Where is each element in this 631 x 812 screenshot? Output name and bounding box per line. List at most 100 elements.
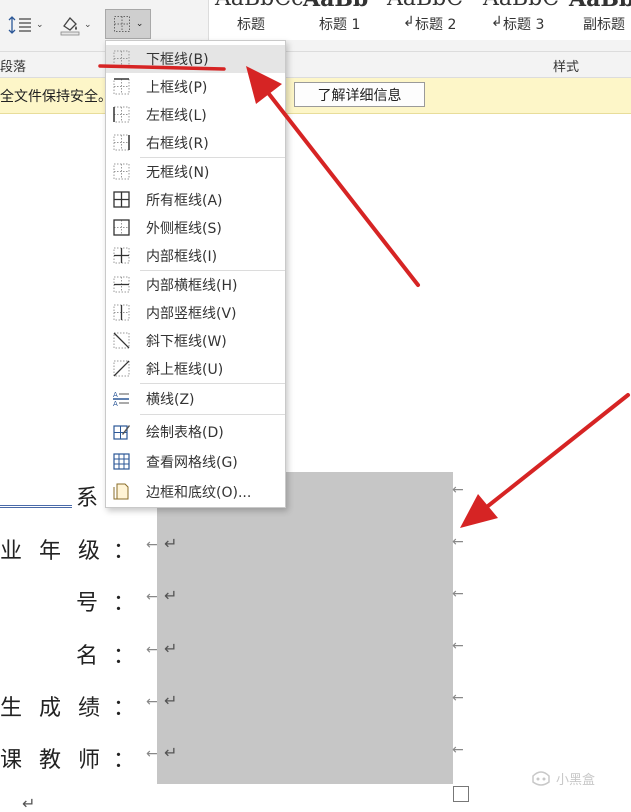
watermark-logo-icon (532, 771, 550, 786)
menu-item-label: 斜下框线(W) (146, 334, 227, 350)
menu-item-label: 所有框线(A) (146, 193, 223, 209)
form-colon: ： (113, 748, 136, 773)
row-end-mark: ← (452, 638, 464, 654)
bottom-border-icon (113, 50, 130, 67)
paragraph-mark: ↵ (164, 586, 178, 605)
menu-item-no-border[interactable]: 无框线(N) (106, 158, 285, 186)
svg-text:A: A (113, 391, 118, 399)
menu-item-outside-borders[interactable]: 外侧框线(S) (106, 214, 285, 242)
style-name: 标题 1 (319, 17, 361, 33)
menu-item-label: 外侧框线(S) (146, 221, 222, 237)
paragraph-mark: ↵ (164, 639, 178, 658)
svg-text:A: A (113, 400, 118, 407)
menu-item-label: 边框和底纹(O)... (146, 485, 252, 501)
borders-button[interactable]: ⌄ (105, 9, 151, 39)
line-spacing-icon (8, 16, 31, 34)
outside-borders-icon (113, 219, 130, 236)
paragraph-mark: ↵ (164, 691, 178, 710)
form-label: 生成绩 (0, 696, 118, 721)
menu-item-bottom-border[interactable]: 下框线(B) (106, 45, 285, 73)
paragraph-mark: ↵ (164, 743, 178, 762)
cell-mark: ← (146, 589, 158, 605)
chevron-down-icon[interactable]: ⌄ (136, 19, 144, 29)
menu-item-label: 右框线(R) (146, 136, 209, 152)
style-preview: AaBb (303, 0, 368, 12)
menu-item-horizontal-line[interactable]: AA 横线(Z) (106, 385, 285, 413)
style-preview: AaBbC (387, 0, 463, 11)
right-border-icon (113, 134, 130, 151)
menu-item-left-border[interactable]: 左框线(L) (106, 101, 285, 129)
shaded-table-cell[interactable] (157, 472, 453, 784)
menu-item-inside-borders[interactable]: 内部框线(I) (106, 242, 285, 270)
menu-item-label: 绘制表格(D) (146, 425, 224, 441)
menu-item-label: 斜上框线(U) (146, 362, 224, 378)
horizontal-line-icon: AA (113, 391, 129, 407)
menu-item-label: 下框线(B) (146, 52, 209, 68)
all-borders-icon (113, 191, 130, 208)
menu-item-borders-and-shading[interactable]: 边框和底纹(O)... (106, 478, 285, 506)
style-preview: AaBbCc (215, 0, 303, 11)
row-end-mark: ← (452, 742, 464, 758)
learn-more-button[interactable]: 了解详细信息 (294, 82, 425, 107)
cell-mark: ← (146, 537, 158, 553)
menu-item-top-border[interactable]: 上框线(P) (106, 73, 285, 101)
style-preview: AaBb (569, 0, 631, 12)
left-border-icon (113, 106, 130, 123)
menu-item-label: 横线(Z) (146, 392, 195, 408)
form-label: 名 (76, 644, 119, 669)
form-label: 号 (76, 591, 119, 616)
table-resize-handle[interactable] (453, 786, 469, 802)
form-colon: ： (113, 644, 136, 669)
menu-item-all-borders[interactable]: 所有框线(A) (106, 186, 285, 214)
borders-and-shading-icon (113, 483, 129, 500)
row-end-mark: ← (452, 482, 464, 498)
row-end-mark: ← (452, 586, 464, 602)
chevron-down-icon: ⌄ (84, 20, 92, 30)
menu-item-label: 左框线(L) (146, 108, 207, 124)
inside-borders-icon (113, 247, 130, 264)
paragraph-mark-icon: ↲ (491, 14, 503, 30)
form-colon: ： (113, 539, 136, 564)
styles-group-label: 样式 (553, 60, 580, 75)
ribbon-group-labels: 段落 样式 (0, 52, 631, 78)
menu-separator (140, 383, 285, 384)
style-gallery: AaBbCc 标题 AaBb 标题 1 AaBbC ↲ 标题 2 AaBbC ↲… (208, 0, 631, 40)
menu-item-label: 内部横框线(H) (146, 278, 238, 294)
menu-item-view-gridlines[interactable]: 查看网格线(G) (106, 448, 285, 476)
double-underline (0, 505, 72, 508)
ribbon: ⌄ ⌄ ⌄ AaBbCc 标题 AaBb 标题 1 AaBbC ↲ 标题 2 (0, 0, 631, 52)
inside-horizontal-border-icon (113, 276, 130, 293)
menu-item-label: 无框线(N) (146, 165, 210, 181)
diagonal-down-border-icon (113, 332, 130, 349)
cell-mark: ← (146, 642, 158, 658)
menu-item-inside-vertical-border[interactable]: 内部竖框线(V) (106, 299, 285, 327)
menu-item-diagonal-up-border[interactable]: 斜上框线(U) (106, 355, 285, 383)
view-gridlines-icon (113, 453, 130, 470)
paragraph-mark: ↵ (22, 794, 36, 812)
paragraph-mark: ↵ (164, 534, 178, 553)
paragraph-group-label: 段落 (0, 60, 27, 75)
menu-item-right-border[interactable]: 右框线(R) (106, 129, 285, 157)
shading-button[interactable]: ⌄ (58, 14, 92, 36)
watermark: 小黑盒 (530, 768, 595, 788)
paragraph-mark-icon: ↲ (403, 14, 415, 30)
menu-item-label: 查看网格线(G) (146, 455, 238, 471)
menu-item-label: 内部竖框线(V) (146, 306, 237, 322)
line-spacing-button[interactable]: ⌄ (8, 14, 44, 36)
row-end-mark: ← (452, 690, 464, 706)
cell-mark: ← (146, 694, 158, 710)
borders-dropdown-menu: 下框线(B) 上框线(P) 左框线(L) 右框线(R) 无框线(N) 所有框线(… (105, 40, 286, 508)
menu-item-draw-table[interactable]: 绘制表格(D) (106, 418, 285, 446)
menu-item-diagonal-down-border[interactable]: 斜下框线(W) (106, 327, 285, 355)
top-border-icon (113, 78, 130, 95)
shading-icon (60, 17, 80, 36)
draw-table-icon (113, 425, 130, 440)
menu-item-inside-horizontal-border[interactable]: 内部横框线(H) (106, 271, 285, 299)
style-name: 标题 3 (503, 17, 545, 33)
cell-mark: ← (146, 746, 158, 762)
form-label: 课教师 (0, 748, 118, 773)
no-border-icon (113, 163, 130, 180)
style-name: 副标题 (583, 17, 625, 33)
watermark-text: 小黑盒 (556, 772, 596, 788)
style-preview: AaBbC (483, 0, 559, 11)
